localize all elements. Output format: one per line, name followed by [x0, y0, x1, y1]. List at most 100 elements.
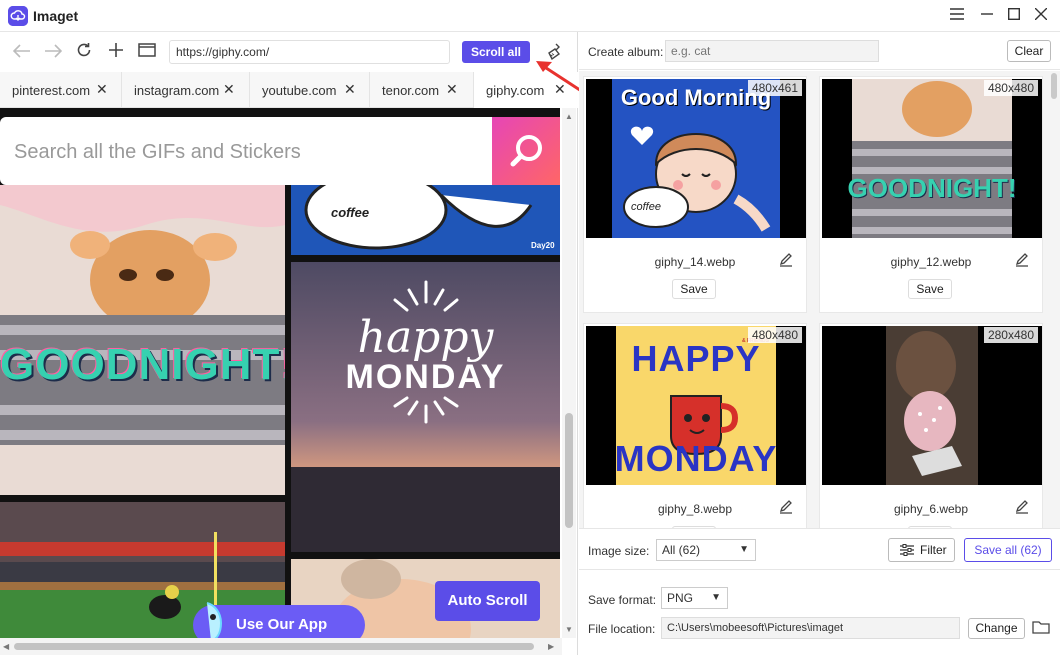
image-size-select[interactable]: All (62) ▼ — [656, 539, 756, 561]
hamburger-menu-icon[interactable] — [944, 4, 970, 28]
image-thumbnail[interactable]: GOODNIGHT! — [822, 79, 1042, 238]
child-cake-thumbnail — [822, 326, 1042, 485]
edit-pencil-icon[interactable] — [1014, 251, 1030, 267]
image-size-row: Image size: All (62) ▼ Filter Save all (… — [579, 528, 1060, 570]
goodnight-text: GOODNIGHT! — [0, 340, 285, 389]
browser-nav-bar: Scroll all — [0, 32, 578, 72]
image-thumbnail[interactable] — [822, 326, 1042, 485]
tab-label: tenor.com — [382, 83, 440, 98]
edit-pencil-icon[interactable] — [778, 498, 794, 514]
use-our-app-label: Use Our App — [236, 616, 328, 633]
album-row: Create album: Clear — [579, 32, 1060, 70]
scroll-up-arrow-icon[interactable]: ▲ — [565, 112, 573, 121]
forward-arrow-icon[interactable] — [41, 40, 65, 64]
coffee-text: coffee — [331, 205, 370, 220]
gif-tile-goodnight-cat[interactable]: GOODNIGHT! — [0, 185, 285, 495]
title-bar: Imaget — [0, 0, 1060, 32]
chevron-down-icon: ▼ — [739, 544, 749, 555]
giphy-search-placeholder: Search all the GIFs and Stickers — [14, 141, 301, 163]
use-our-app-button[interactable]: Use Our App — [193, 602, 365, 638]
filter-button[interactable]: Filter — [888, 538, 955, 562]
image-card[interactable]: HAPPY MONDAY & FRIENDS 480x480 giphy_8.w… — [583, 323, 807, 528]
save-all-button[interactable]: Save all (62) — [964, 538, 1052, 562]
tab-label: youtube.com — [262, 83, 337, 98]
edit-pencil-icon[interactable] — [1014, 498, 1030, 514]
edit-pencil-icon[interactable] — [778, 251, 794, 267]
image-dimensions: 480x480 — [747, 327, 802, 343]
app-logo-icon — [8, 6, 28, 26]
scroll-all-button[interactable]: Scroll all — [462, 41, 530, 63]
browser-pane: Scroll all pinterest.com ✕ instagram.com… — [0, 32, 578, 655]
gif-tile-coffee[interactable]: coffee Day20 — [291, 185, 560, 255]
coffee-caption: coffee — [631, 201, 661, 213]
change-location-button[interactable]: Change — [968, 618, 1025, 639]
gif-tile-happy-monday[interactable]: happy MONDAY — [291, 262, 560, 552]
tab-pinterest[interactable]: pinterest.com ✕ — [0, 72, 122, 108]
tab-youtube[interactable]: youtube.com ✕ — [250, 72, 370, 108]
save-button[interactable]: Save — [672, 279, 716, 299]
folder-icon[interactable] — [1032, 619, 1050, 635]
clear-button[interactable]: Clear — [1007, 40, 1051, 62]
scroll-left-arrow-icon[interactable]: ◀ — [3, 642, 9, 651]
album-name-input[interactable] — [665, 40, 879, 62]
coffee-cartoon-image — [291, 185, 560, 255]
sliders-icon — [900, 544, 914, 556]
day-tag-text: Day20 — [531, 241, 555, 250]
cloud-download-icon — [8, 6, 28, 26]
goodnight-cat-thumbnail — [822, 79, 1042, 238]
vertical-scrollbar[interactable]: ▲ ▼ — [562, 108, 576, 638]
scroll-down-arrow-icon[interactable]: ▼ — [565, 625, 573, 634]
image-grid: Good Morning coffee 480x461 giphy_14.web… — [579, 71, 1048, 528]
save-format-select[interactable]: PNG ▼ — [661, 587, 728, 609]
image-size-value: All (62) — [662, 543, 701, 557]
vertical-scroll-thumb[interactable] — [565, 413, 573, 528]
horizontal-scroll-thumb[interactable] — [14, 643, 534, 650]
image-dimensions: 480x480 — [983, 80, 1038, 96]
tab-tenor[interactable]: tenor.com ✕ — [370, 72, 474, 108]
create-album-label: Create album: — [588, 45, 664, 59]
new-tab-plus-icon[interactable] — [104, 40, 128, 64]
image-filename: giphy_8.webp — [657, 502, 733, 516]
tab-label: pinterest.com — [12, 83, 91, 98]
url-input[interactable] — [169, 40, 450, 64]
file-location-field[interactable]: C:\Users\mobeesoft\Pictures\imaget — [661, 617, 960, 639]
app-title: Imaget — [33, 8, 79, 24]
reload-icon[interactable] — [72, 40, 96, 64]
minimize-icon[interactable] — [974, 4, 1000, 28]
panel-scrollbar[interactable] — [1048, 71, 1060, 528]
window-icon[interactable] — [135, 40, 159, 64]
image-filename: giphy_6.webp — [893, 502, 969, 516]
tab-close-icon[interactable]: ✕ — [96, 81, 108, 98]
chevron-down-icon: ▼ — [711, 592, 721, 603]
giphy-search-bar[interactable]: Search all the GIFs and Stickers — [0, 117, 560, 185]
image-filename: giphy_14.webp — [654, 255, 736, 269]
scroll-right-arrow-icon[interactable]: ▶ — [548, 642, 554, 651]
image-panel: Create album: Clear Good Morning c — [579, 32, 1060, 655]
back-arrow-icon[interactable] — [10, 40, 34, 64]
image-card[interactable]: GOODNIGHT! 480x480 giphy_12.webp Save — [819, 76, 1043, 313]
search-icon — [510, 135, 542, 167]
image-filename: giphy_12.webp — [890, 255, 972, 269]
tab-close-icon[interactable]: ✕ — [344, 81, 356, 98]
tab-instagram[interactable]: instagram.com ✕ — [122, 72, 250, 108]
maximize-icon[interactable] — [1001, 4, 1027, 28]
close-window-icon[interactable] — [1028, 4, 1054, 28]
image-size-label: Image size: — [588, 544, 650, 558]
save-button[interactable]: Save — [908, 279, 952, 299]
tab-close-icon[interactable]: ✕ — [223, 81, 235, 98]
image-card[interactable]: 280x480 giphy_6.webp Save — [819, 323, 1043, 528]
happy-script-text: happy — [357, 312, 494, 363]
image-dimensions: 280x480 — [983, 327, 1038, 343]
horizontal-scrollbar[interactable]: ◀ ▶ — [0, 638, 562, 655]
web-page-view[interactable]: Search all the GIFs and Stickers GOODNIG… — [0, 108, 560, 638]
auto-scroll-button[interactable]: Auto Scroll — [435, 581, 540, 621]
tab-close-icon[interactable]: ✕ — [446, 81, 458, 98]
panel-scroll-thumb[interactable] — [1051, 73, 1057, 99]
image-dimensions: 480x461 — [747, 80, 802, 96]
goodnight-caption: GOODNIGHT! — [847, 173, 1017, 203]
monday-caption: MONDAY — [614, 438, 778, 479]
image-thumbnail[interactable]: HAPPY MONDAY & FRIENDS — [586, 326, 806, 485]
giphy-search-button[interactable] — [492, 117, 560, 185]
image-card[interactable]: Good Morning coffee 480x461 giphy_14.web… — [583, 76, 807, 313]
image-thumbnail[interactable]: Good Morning coffee — [586, 79, 806, 238]
